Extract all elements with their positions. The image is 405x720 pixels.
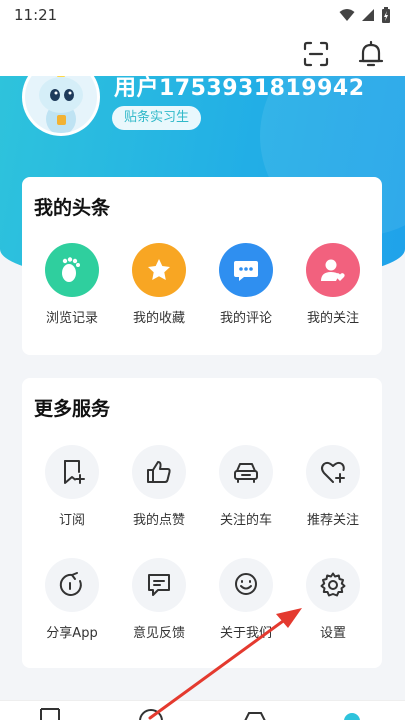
- wifi-icon: [339, 9, 355, 21]
- discover-tab-icon[interactable]: [138, 709, 164, 720]
- followed-cars-label: 关注的车: [219, 513, 272, 528]
- top-bar: [0, 30, 405, 76]
- signal-icon: [362, 9, 374, 21]
- my-comments-item[interactable]: 我的评论: [206, 243, 286, 326]
- battery-icon: [382, 7, 390, 23]
- status-icons: [339, 7, 391, 23]
- about-us-label: 关于我们: [219, 626, 272, 641]
- feedback-label: 意见反馈: [132, 626, 185, 641]
- mascot-icon: [25, 76, 97, 133]
- bottom-nav: [0, 700, 405, 720]
- status-bar: 11:21: [0, 0, 405, 30]
- my-likes-item[interactable]: 我的点赞: [119, 445, 199, 528]
- bell-icon[interactable]: [357, 39, 385, 69]
- username[interactable]: 用户1753931819942: [114, 76, 365, 102]
- feedback-item[interactable]: 意见反馈: [119, 558, 199, 641]
- share-app-item[interactable]: 分享App: [32, 558, 112, 641]
- more-services-card: 更多服务 订阅 我的点赞 关注的车 推荐关注 分享App 意见反馈 关于我们 设…: [22, 378, 382, 668]
- mine-tab-icon[interactable]: [342, 711, 362, 720]
- browse-history-label: 浏览记录: [45, 311, 98, 326]
- section-title: 我的头条: [34, 197, 111, 219]
- my-favorites-item[interactable]: 我的收藏: [119, 243, 199, 326]
- status-time: 11:21: [14, 6, 58, 24]
- home-tab-icon[interactable]: [38, 707, 62, 720]
- avatar[interactable]: [22, 76, 100, 136]
- settings-item[interactable]: 设置: [293, 558, 373, 641]
- star-icon: [148, 259, 170, 280]
- settings-label: 设置: [319, 626, 346, 641]
- car-tab-icon[interactable]: [242, 711, 268, 720]
- about-us-item[interactable]: 关于我们: [206, 558, 286, 641]
- comment-icon: [234, 261, 258, 281]
- gear-icon: [320, 572, 346, 597]
- section-title: 更多服务: [34, 398, 111, 420]
- browse-history-item[interactable]: 浏览记录: [32, 243, 112, 326]
- my-favorites-label: 我的收藏: [132, 311, 185, 326]
- user-level-badge[interactable]: 贴条实习生: [112, 106, 202, 130]
- footprint-icon: [62, 257, 80, 282]
- thumb-up-icon: [147, 461, 171, 483]
- heart-add-icon: [321, 461, 345, 483]
- recommended-follow-label: 推荐关注: [306, 513, 359, 528]
- subscribe-item[interactable]: 订阅: [32, 445, 112, 528]
- my-likes-label: 我的点赞: [132, 513, 185, 528]
- my-toutiao-card: 我的头条 浏览记录 我的收藏 我的评论 我的关注: [22, 177, 382, 355]
- feedback-icon: [148, 574, 170, 596]
- share-app-label: 分享App: [46, 626, 98, 641]
- followed-cars-item[interactable]: 关注的车: [206, 445, 286, 528]
- bookmark-add-icon: [64, 460, 85, 484]
- my-comments-label: 我的评论: [219, 311, 272, 326]
- smile-icon: [235, 573, 257, 595]
- subscribe-label: 订阅: [58, 513, 85, 528]
- car-icon: [234, 463, 258, 483]
- share-icon: [59, 572, 82, 596]
- recommended-follow-item[interactable]: 推荐关注: [293, 445, 373, 528]
- my-following-item[interactable]: 我的关注: [293, 243, 373, 326]
- scan-icon[interactable]: [302, 40, 330, 68]
- user-heart-icon: [321, 259, 345, 281]
- my-following-label: 我的关注: [306, 311, 359, 326]
